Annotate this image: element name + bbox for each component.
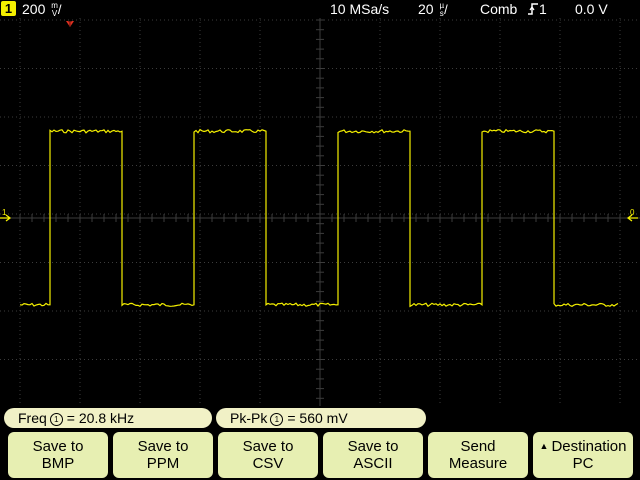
up-triangle-icon: ▲ <box>539 441 549 451</box>
freq-label: Freq <box>18 410 47 426</box>
send-measure-button[interactable]: Send Measure <box>428 432 528 478</box>
measurement-bar: Freq 1 = 20.8 kHz Pk-Pk 1 = 560 mV <box>0 406 640 430</box>
trigger-marker-label: 0 <box>630 208 635 217</box>
softkey-line2: ASCII <box>353 455 393 472</box>
softkey-line2: Measure <box>448 455 508 472</box>
freq-measurement[interactable]: Freq 1 = 20.8 kHz <box>4 408 212 428</box>
softkey-line2: BMP <box>41 455 75 472</box>
save-to-ppm-button[interactable]: Save to PPM <box>113 432 213 478</box>
vertical-scale-value: 200 <box>22 1 46 17</box>
vertical-scale-unit: m V <box>51 2 58 18</box>
softkey-line2: PC <box>572 455 594 472</box>
softkey-line2: CSV <box>252 455 284 472</box>
softkey-line1: Save to <box>32 438 84 455</box>
time-scale: 20 µ s / <box>418 1 448 19</box>
sample-rate: 10 MSa/s <box>330 1 390 17</box>
softkey-line1: Send <box>460 438 496 455</box>
softkey-line2: PPM <box>146 455 180 472</box>
waveform-display[interactable]: T 1 0 <box>0 18 640 406</box>
softkey-line1: Save to <box>137 438 189 455</box>
trigger-level: 0.0 V <box>575 1 608 17</box>
svg-text:T: T <box>68 22 72 28</box>
time-scale-value: 20 <box>418 1 434 17</box>
softkey-bar: Save to BMP Save to PPM Save to CSV Save… <box>0 430 640 480</box>
rising-edge-icon <box>528 3 538 15</box>
trigger-mode: Comb <box>480 1 518 17</box>
softkey-line1: Save to <box>242 438 294 455</box>
freq-channel-icon: 1 <box>49 413 63 426</box>
save-to-ascii-button[interactable]: Save to ASCII <box>323 432 423 478</box>
ground-marker-label: 1 <box>2 208 7 217</box>
save-to-bmp-button[interactable]: Save to BMP <box>8 432 108 478</box>
freq-value: 20.8 kHz <box>78 410 135 426</box>
pkpk-measurement[interactable]: Pk-Pk 1 = 560 mV <box>216 408 426 428</box>
pkpk-channel-icon: 1 <box>270 413 284 426</box>
softkey-line1: Destination <box>551 438 627 455</box>
status-bar: 1 200 m V / 10 MSa/s 20 µ s / Comb 1 0.0… <box>0 0 640 18</box>
vertical-scale: 200 m V / <box>22 1 62 19</box>
pkpk-value: 560 mV <box>299 410 348 426</box>
pkpk-label: Pk-Pk <box>230 410 268 426</box>
save-to-csv-button[interactable]: Save to CSV <box>218 432 318 478</box>
channel-badge: 1 <box>1 1 16 16</box>
softkey-line1: Save to <box>347 438 399 455</box>
trigger-channel: 1 <box>539 1 547 17</box>
trigger-source: 1 <box>527 0 547 18</box>
destination-button[interactable]: ▲ Destination PC <box>533 432 633 478</box>
